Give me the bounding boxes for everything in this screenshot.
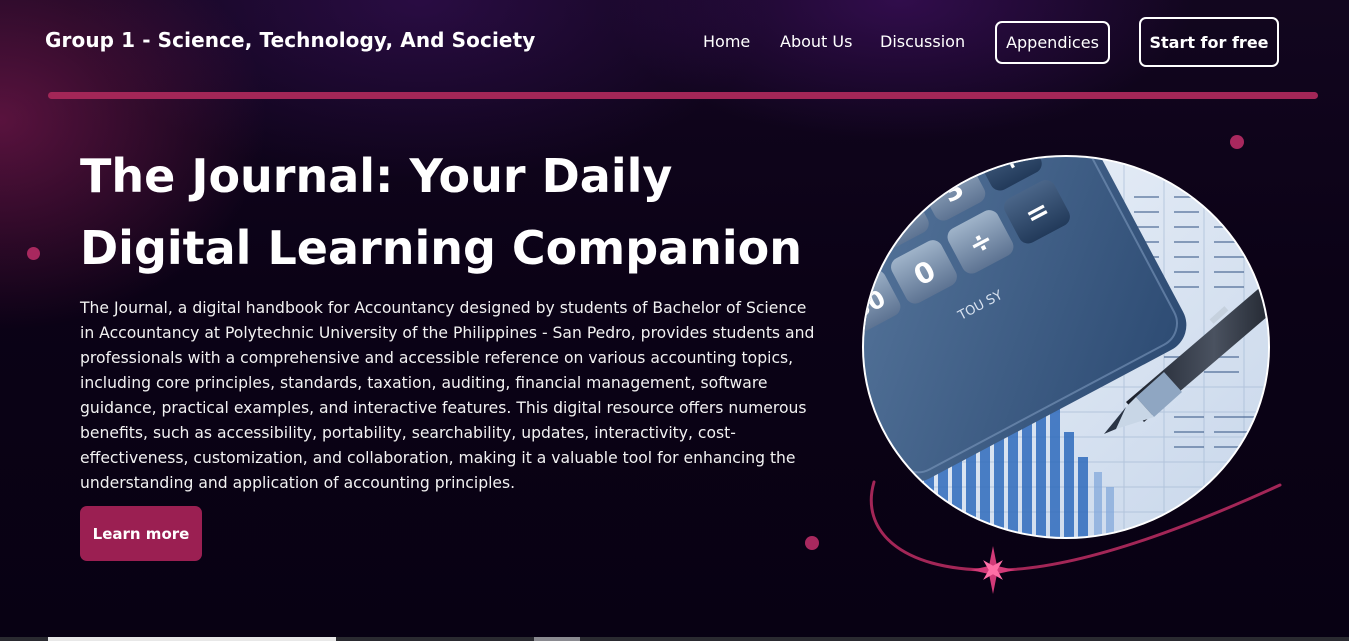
nav-appendices-button[interactable]: Appendices (995, 21, 1110, 64)
start-for-free-button[interactable]: Start for free (1139, 17, 1279, 67)
header-divider (48, 92, 1318, 99)
horizontal-scrollbar[interactable] (0, 637, 1349, 641)
sparkle-icon (971, 546, 1015, 594)
site-brand[interactable]: Group 1 - Science, Technology, And Socie… (45, 28, 535, 52)
hero-title: The Journal: Your Daily Digital Learning… (80, 140, 840, 284)
scrollbar-segment (534, 637, 580, 641)
decorative-dot (1230, 135, 1244, 149)
top-navigation: Group 1 - Science, Technology, And Socie… (0, 0, 1349, 86)
scrollbar-thumb[interactable] (48, 637, 336, 641)
decorative-dot (27, 247, 40, 260)
decorative-dot (805, 536, 819, 550)
nav-link-about-us[interactable]: About Us (780, 32, 852, 51)
learn-more-button[interactable]: Learn more (80, 506, 202, 561)
nav-link-home[interactable]: Home (703, 32, 750, 51)
hero-title-line-1: The Journal: Your Daily (80, 149, 673, 203)
nav-link-discussion[interactable]: Discussion (880, 32, 965, 51)
decorative-swoosh (869, 480, 1282, 594)
hero-title-line-2: Digital Learning Companion (80, 221, 803, 275)
hero-description: The Journal, a digital handbook for Acco… (80, 299, 815, 492)
